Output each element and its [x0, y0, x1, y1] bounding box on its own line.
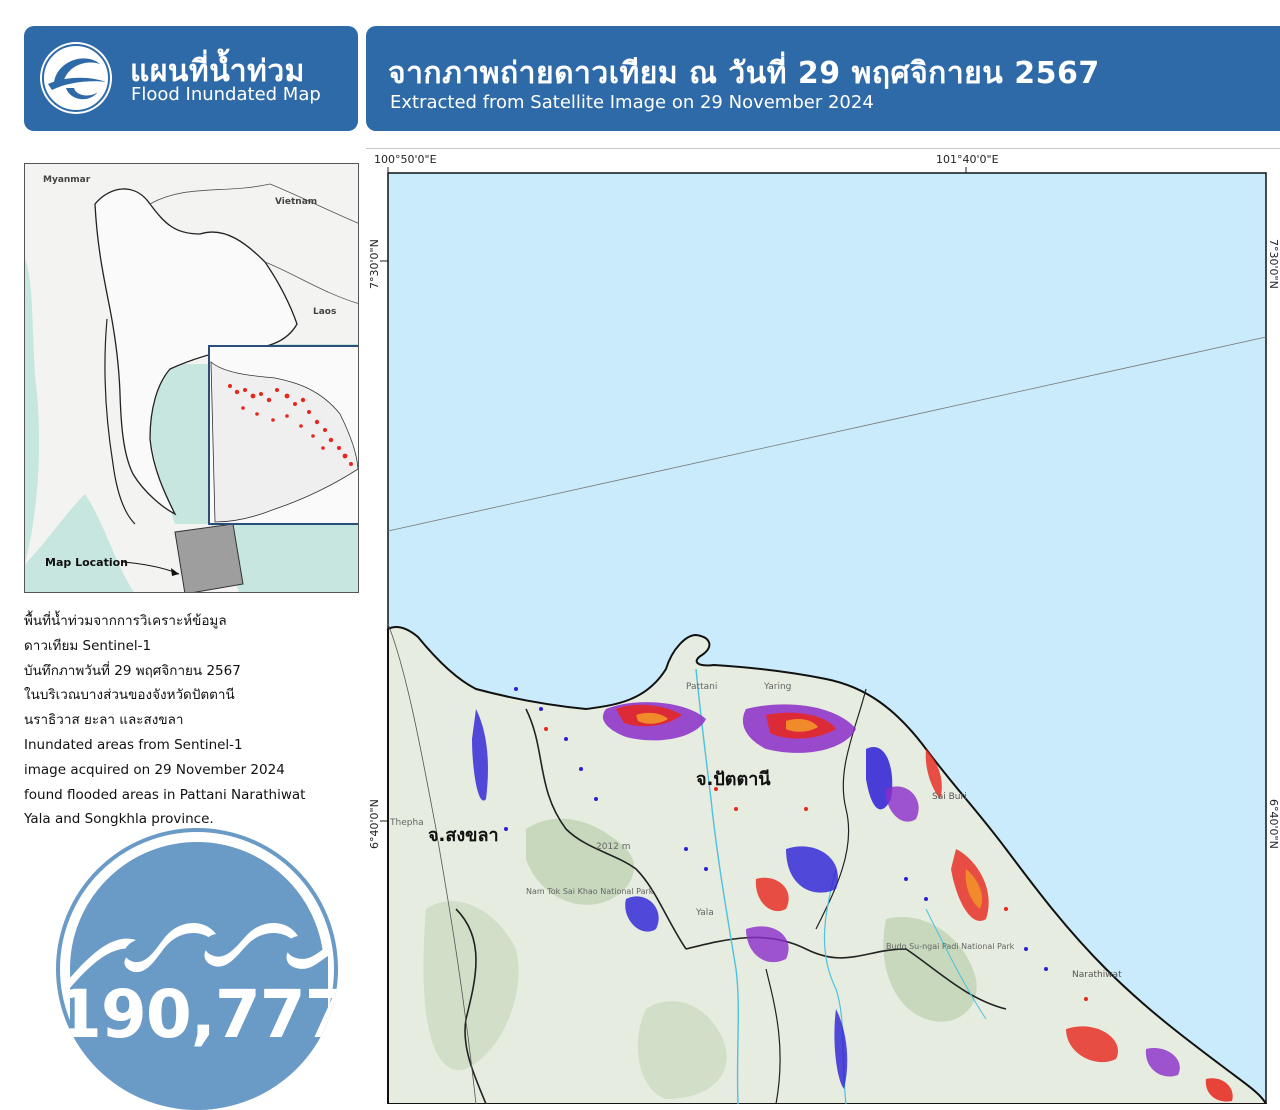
description-line: found flooded areas in Pattani Narathiwa…	[24, 786, 306, 803]
place-label: Yala	[695, 908, 714, 918]
description-line: Inundated areas from Sentinel-1	[24, 736, 243, 753]
location-inset-map: Myanmar Vietnam Laos Map Location	[24, 163, 359, 593]
date-title-thai: จากภาพถ่ายดาวเทียม ณ วันที่ 29 พฤศจิกายน…	[388, 56, 1100, 91]
description-line: ในบริเวณบางส่วนของจังหวัดปัตตานี	[24, 687, 235, 704]
lat-tick-label: 6°40'0"N	[368, 799, 381, 849]
flood-area-value: 190,777	[56, 976, 338, 1053]
date-title-english: Extracted from Satellite Image on 29 Nov…	[390, 92, 874, 113]
inset-label-vietnam: Vietnam	[275, 197, 317, 207]
flood-description: พื้นที่น้ำท่วมจากการวิเคราะห์ข้อมูล ดาวเ…	[24, 609, 359, 832]
description-line: บันทึกภาพวันที่ 29 พฤศจิกายน 2567	[24, 662, 241, 679]
header-logo-panel: แผนที่น้ำท่วม Flood Inundated Map	[24, 26, 358, 131]
place-label: Thepha	[389, 818, 424, 828]
province-label-pattani: จ.ปัตตานี	[696, 769, 771, 790]
description-line: พื้นที่น้ำท่วมจากการวิเคราะห์ข้อมูล	[24, 613, 227, 629]
lon-tick-label: 101°40'0"E	[936, 153, 999, 166]
place-label: 2012 m	[596, 842, 631, 852]
place-label: Sai Buri	[932, 792, 967, 802]
description-line: นราธิวาส ยะลา และสงขลา	[24, 712, 184, 729]
lat-tick-label: 7°30'0"N	[368, 239, 381, 289]
header-date-panel: จากภาพถ่ายดาวเทียม ณ วันที่ 29 พฤศจิกายน…	[366, 26, 1280, 131]
inset-label-map-location: Map Location	[45, 556, 128, 569]
place-label: Nam Tok Sai Khao National Park	[526, 887, 654, 896]
flood-area-badge: 190,777	[56, 828, 338, 1110]
province-label-songkhla: จ.สงขลา	[428, 825, 499, 846]
description-line: image acquired on 29 November 2024	[24, 761, 285, 778]
map-title-english: Flood Inundated Map	[131, 84, 321, 105]
place-label: Pattani	[686, 682, 717, 692]
inset-label-laos: Laos	[313, 307, 336, 317]
place-label: Budo Su-ngai Padi National Park	[886, 942, 1015, 951]
wave-icon	[60, 832, 334, 1110]
inset-label-myanmar: Myanmar	[43, 175, 91, 185]
description-line: ดาวเทียม Sentinel-1	[24, 637, 152, 654]
lon-tick-label: 100°50'0"E	[374, 153, 437, 166]
place-label: Yaring	[763, 682, 791, 692]
gistda-logo-icon	[40, 42, 112, 114]
lat-tick-label-right: 7°30'0"N	[1267, 239, 1280, 289]
main-flood-map: 100°50'0"E 101°40'0"E 7°30'0"N 6°40'0"N …	[366, 148, 1280, 1104]
lat-tick-label-right: 6°40'0"N	[1267, 799, 1280, 849]
place-label: Narathiwat	[1072, 970, 1122, 980]
